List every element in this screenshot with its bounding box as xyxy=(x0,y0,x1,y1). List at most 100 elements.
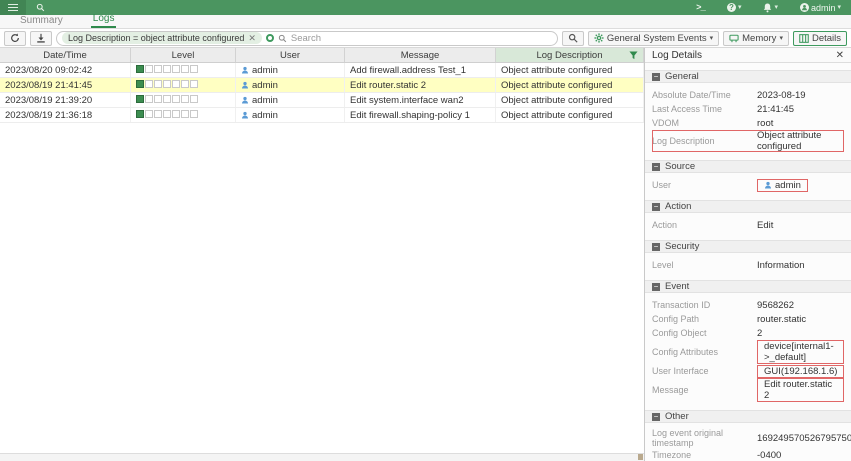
tab-summary[interactable]: Summary xyxy=(18,15,65,28)
collapse-icon[interactable]: − xyxy=(652,202,660,211)
filter-pill[interactable]: Log Description = object attribute confi… xyxy=(62,32,262,44)
field-transaction-id: Transaction ID 9568262 xyxy=(652,299,794,311)
field-user: User admin xyxy=(652,178,844,192)
cli-console-button[interactable]: >_ xyxy=(696,2,706,13)
user-icon xyxy=(241,81,249,89)
close-icon[interactable]: ✕ xyxy=(836,50,844,61)
event-type-dropdown[interactable]: General System Events ▾ xyxy=(587,30,720,46)
column-header-level[interactable]: Level xyxy=(131,48,236,62)
cell-datetime: 2023/08/19 21:39:20 xyxy=(0,93,131,107)
details-toggle-button[interactable]: Details xyxy=(792,30,847,46)
refresh-button[interactable] xyxy=(4,30,26,46)
memory-icon xyxy=(729,34,739,42)
cell-message: Add firewall.address Test_1 xyxy=(345,63,496,77)
event-type-label: General System Events xyxy=(606,32,707,44)
cell-level xyxy=(131,93,236,107)
global-search-button[interactable] xyxy=(36,3,45,12)
field-log-description: Log Description Object attribute configu… xyxy=(652,130,844,152)
main-content: Date/Time Level User Message Log Descrip… xyxy=(0,48,851,461)
hamburger-menu-button[interactable] xyxy=(0,0,26,15)
column-header-user[interactable]: User xyxy=(236,48,345,62)
user-icon xyxy=(764,181,772,189)
field-timezone: Timezone -0400 xyxy=(652,449,782,461)
cell-user: admin xyxy=(236,78,345,92)
user-menu-label: admin xyxy=(810,2,836,13)
table-row-selected[interactable]: 2023/08/19 21:41:45 admin Edit router.st… xyxy=(0,78,644,93)
tab-bar: Summary Logs xyxy=(0,13,851,29)
user-icon xyxy=(241,66,249,74)
search-placeholder: Search xyxy=(290,32,322,44)
column-header-datetime[interactable]: Date/Time xyxy=(0,48,131,62)
chevron-down-icon: ▾ xyxy=(774,4,778,11)
table-header-row: Date/Time Level User Message Log Descrip… xyxy=(0,48,644,63)
log-toolbar: Log Description = object attribute confi… xyxy=(0,29,851,48)
hamburger-icon xyxy=(8,4,18,11)
collapse-icon[interactable]: − xyxy=(652,282,660,291)
section-other: − Other xyxy=(645,410,851,423)
scrollbar-grip[interactable] xyxy=(638,454,643,460)
field-config-object: Config Object 2 xyxy=(652,327,763,339)
search-input[interactable]: Log Description = object attribute confi… xyxy=(56,30,558,46)
download-button[interactable] xyxy=(30,30,52,46)
collapse-icon[interactable]: − xyxy=(652,242,660,251)
log-source-dropdown[interactable]: Memory ▾ xyxy=(723,30,789,46)
chevron-down-icon: ▾ xyxy=(709,34,714,42)
cell-message: Edit firewall.shaping-policy 1 xyxy=(345,108,496,122)
avatar xyxy=(799,3,809,12)
cli-console-icon: >_ xyxy=(696,2,706,13)
log-details-panel: Log Details ✕ − General Absolute Date/Ti… xyxy=(645,48,851,461)
field-config-path: Config Path router.static xyxy=(652,313,807,325)
cell-user: admin xyxy=(236,93,345,107)
column-header-message[interactable]: Message xyxy=(345,48,496,62)
user-interface-annotated: GUI(192.168.1.6) xyxy=(757,364,845,378)
user-menu[interactable]: admin ▾ xyxy=(799,2,841,13)
cell-level xyxy=(131,78,236,92)
horizontal-scrollbar[interactable] xyxy=(0,453,644,461)
collapse-icon[interactable]: − xyxy=(652,412,660,421)
cell-log-description: Object attribute configured xyxy=(496,78,644,92)
panel-title: Log Details xyxy=(652,49,703,61)
field-vdom: VDOM root xyxy=(652,117,774,129)
remove-filter-icon[interactable]: ✕ xyxy=(248,33,256,44)
user-value-annotated: admin xyxy=(757,178,808,192)
refresh-icon xyxy=(11,33,19,42)
details-columns-icon xyxy=(799,33,809,43)
cell-level xyxy=(131,63,236,77)
collapse-icon[interactable]: − xyxy=(652,72,660,81)
cell-message: Edit system.interface wan2 xyxy=(345,93,496,107)
tab-logs[interactable]: Logs xyxy=(90,13,117,28)
column-header-log-description[interactable]: Log Description xyxy=(496,48,644,62)
table-row[interactable]: 2023/08/20 09:02:42 admin Add firewall.a… xyxy=(0,63,644,78)
cell-log-description: Object attribute configured xyxy=(496,93,644,107)
config-attributes-annotated: device[internal1->_default] xyxy=(757,340,844,364)
cell-datetime: 2023/08/19 21:36:18 xyxy=(0,108,131,122)
cell-level xyxy=(131,108,236,122)
cell-user: admin xyxy=(236,63,345,77)
log-table: Date/Time Level User Message Log Descrip… xyxy=(0,48,645,461)
level-bar xyxy=(136,79,199,91)
filter-funnel-icon[interactable] xyxy=(629,51,638,60)
notifications-menu[interactable]: ▾ xyxy=(763,3,778,13)
filter-pill-label: Log Description = object attribute confi… xyxy=(68,33,245,43)
section-security: − Security xyxy=(645,240,851,253)
log-details-header: Log Details ✕ xyxy=(645,48,851,63)
help-icon: ? xyxy=(726,3,736,12)
table-row[interactable]: 2023/08/19 21:39:20 admin Edit system.in… xyxy=(0,93,644,108)
top-navigation-bar: >_ ? ▾ ▾ admin ▾ xyxy=(0,0,851,15)
collapse-icon[interactable]: − xyxy=(652,162,660,171)
table-row[interactable]: 2023/08/19 21:36:18 admin Edit firewall.… xyxy=(0,108,644,123)
search-icon xyxy=(36,3,45,12)
field-message: Message Edit router.static 2 xyxy=(652,378,844,402)
cell-log-description: Object attribute configured xyxy=(496,63,644,77)
search-submit-button[interactable] xyxy=(561,30,584,46)
chevron-down-icon: ▾ xyxy=(737,4,742,11)
download-icon xyxy=(37,33,45,43)
field-user-interface: User Interface GUI(192.168.1.6) xyxy=(652,364,845,378)
add-filter-icon[interactable] xyxy=(265,34,274,42)
field-absolute-datetime: Absolute Date/Time 2023-08-19 xyxy=(652,89,806,101)
section-general: − General xyxy=(645,70,851,83)
help-menu[interactable]: ? ▾ xyxy=(726,3,742,12)
field-log-event-timestamp: Log event original timestamp 16924957052… xyxy=(652,428,851,448)
level-bar xyxy=(136,94,199,106)
field-config-attributes: Config Attributes device[internal1->_def… xyxy=(652,340,844,364)
